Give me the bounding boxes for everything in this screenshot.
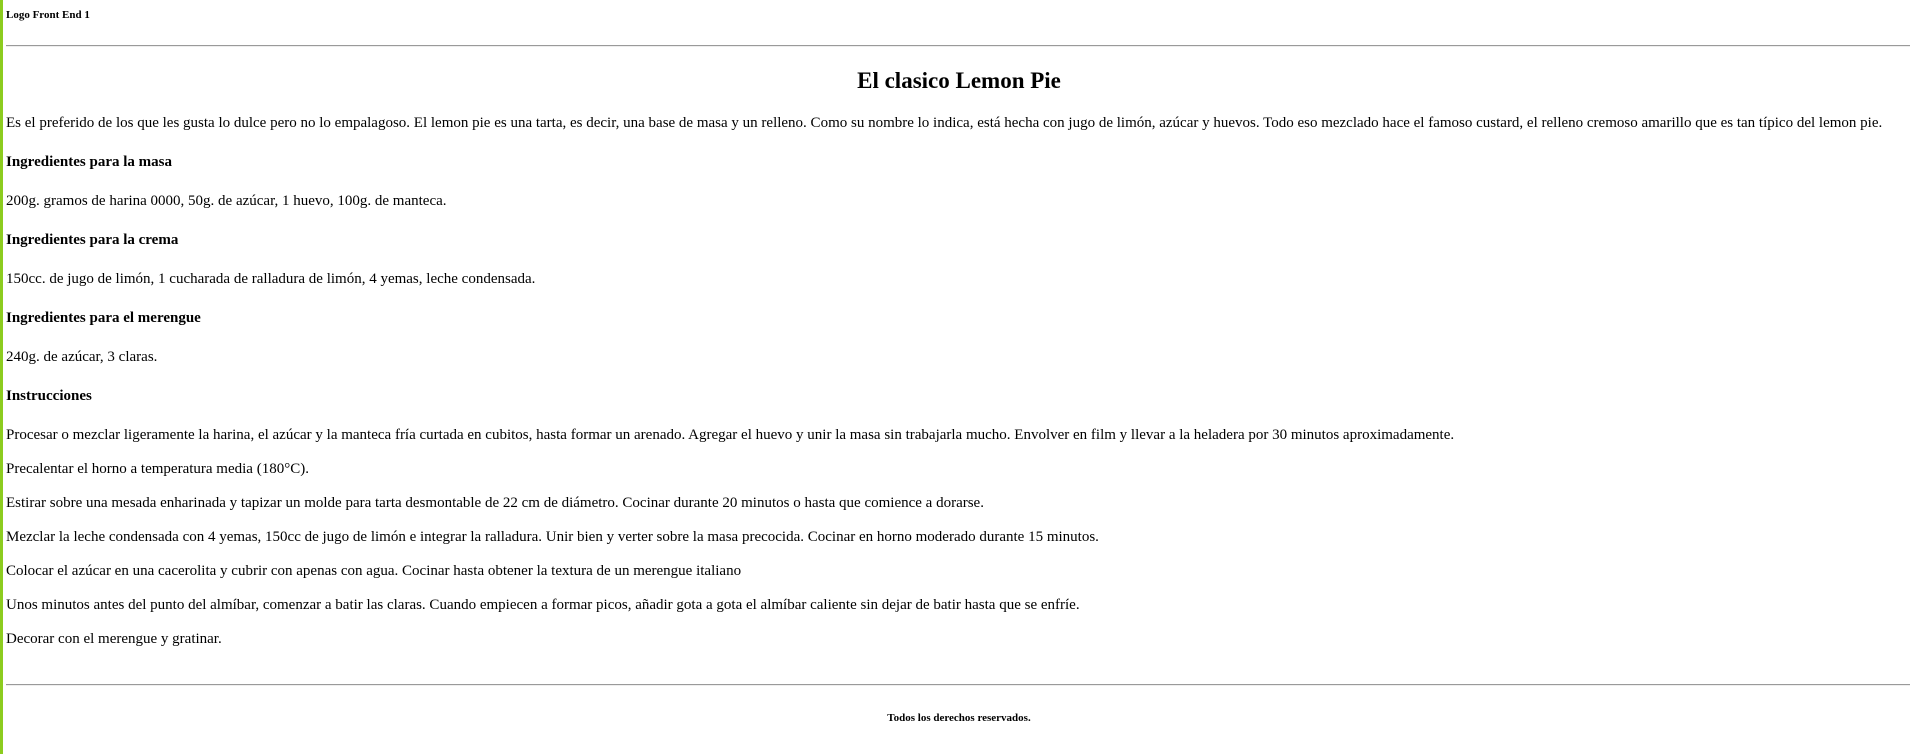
- page-title: El clasico Lemon Pie: [857, 68, 1061, 93]
- recipe-intro: Es el preferido de los que les gusta lo …: [6, 115, 1883, 131]
- instruction-step: Decorar con el merengue y gratinar.: [6, 631, 222, 647]
- heading-ingredientes-masa: Ingredientes para la masa: [6, 154, 172, 170]
- recipe-content: Es el preferido de los que les gusta lo …: [6, 114, 1909, 664]
- ingredientes-masa-text: 200g. gramos de harina 0000, 50g. de azú…: [6, 193, 447, 209]
- site-logo: Logo Front End 1: [6, 9, 90, 21]
- instruction-step: Precalentar el horno a temperatura media…: [6, 461, 309, 477]
- instruction-step: Unos minutos antes del punto del almíbar…: [6, 597, 1080, 613]
- heading-ingredientes-merengue: Ingredientes para el merengue: [6, 310, 201, 326]
- footer-divider: [6, 684, 1910, 686]
- instruction-step: Colocar el azúcar en una cacerolita y cu…: [6, 563, 742, 579]
- heading-instrucciones: Instrucciones: [6, 388, 92, 404]
- header-divider: [6, 45, 1910, 47]
- instruction-step: Procesar o mezclar ligeramente la harina…: [6, 427, 1455, 443]
- ingredientes-crema-text: 150cc. de jugo de limón, 1 cucharada de …: [6, 271, 536, 287]
- instruction-step: Mezclar la leche condensada con 4 yemas,…: [6, 529, 1099, 545]
- ingredientes-merengue-text: 240g. de azúcar, 3 claras.: [6, 349, 158, 365]
- instruction-step: Estirar sobre una mesada enharinada y ta…: [6, 495, 984, 511]
- footer-copyright: Todos los derechos reservados.: [887, 712, 1031, 724]
- heading-ingredientes-crema: Ingredientes para la crema: [6, 232, 179, 248]
